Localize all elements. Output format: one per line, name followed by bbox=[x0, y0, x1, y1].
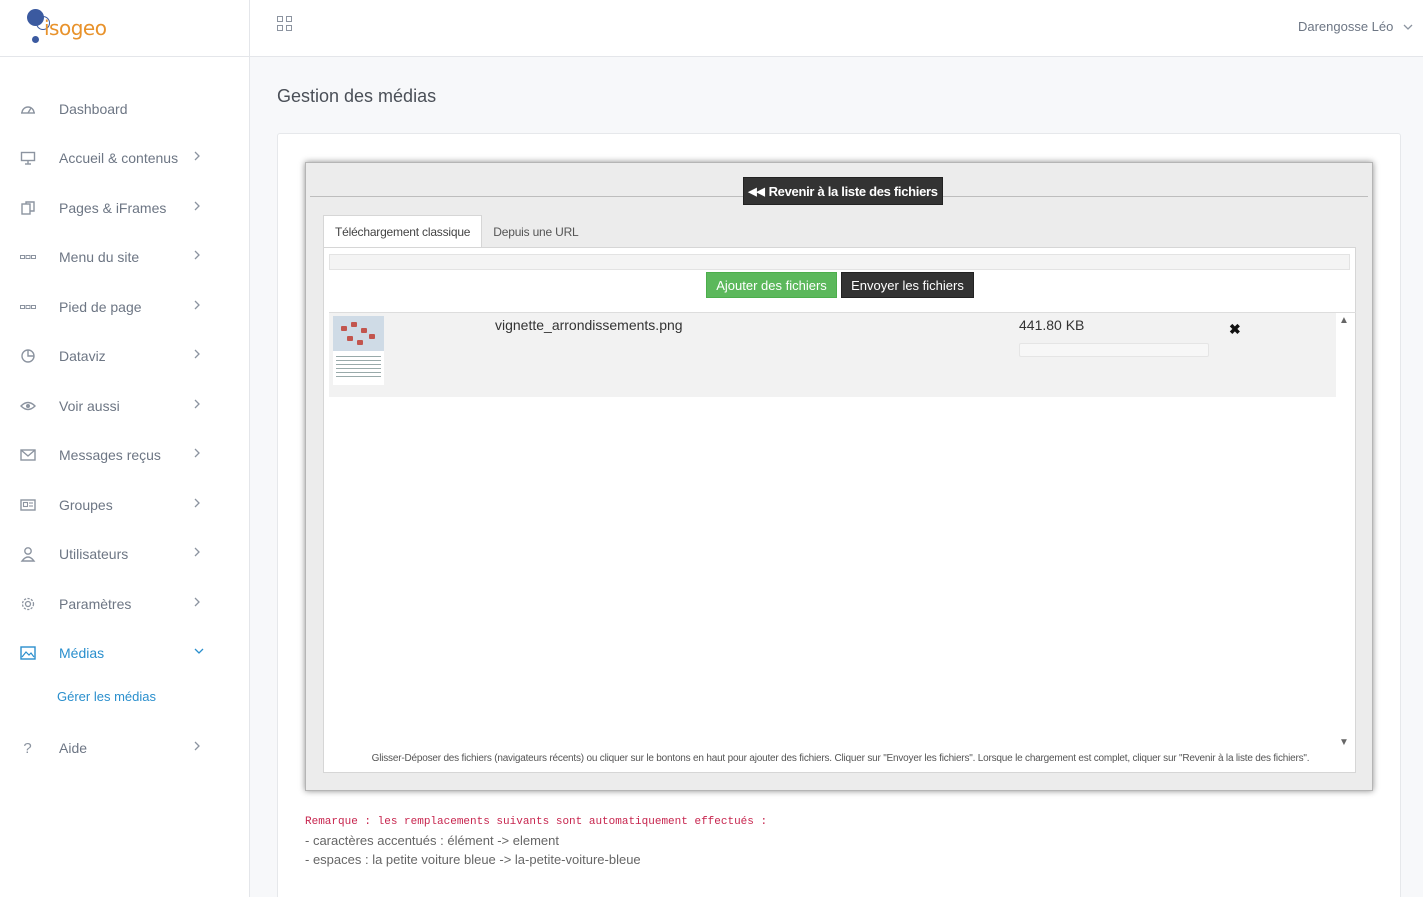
note-accents: - caractères accentués : élément -> elem… bbox=[305, 833, 559, 848]
pie-chart-icon bbox=[19, 348, 36, 364]
chevron-right-icon bbox=[193, 200, 205, 214]
sidebar-item-dataviz[interactable]: Dataviz bbox=[0, 341, 249, 371]
page-title: Gestion des médias bbox=[277, 86, 437, 106]
file-name: vignette_arrondissements.png bbox=[495, 317, 683, 333]
file-size: 441.80 KB bbox=[1019, 317, 1085, 333]
sidebar-item-medias[interactable]: Médias bbox=[0, 638, 249, 668]
chevron-down-icon bbox=[1403, 23, 1413, 34]
upload-hint: Glisser-Déposer des fichiers (navigateur… bbox=[371, 753, 1310, 764]
chevron-right-icon bbox=[193, 596, 205, 610]
chevron-right-icon bbox=[193, 398, 205, 412]
file-thumbnail bbox=[333, 316, 384, 385]
sidebar-item-label: Paramètres bbox=[59, 596, 132, 612]
sidebar-item-label: Accueil & contenus bbox=[59, 150, 179, 166]
sidebar-item-messages[interactable]: Messages reçus bbox=[0, 440, 249, 470]
upload-frame: ◀◀ Revenir à la liste des fichiers Téléc… bbox=[305, 162, 1373, 791]
user-name: Darengosse Léo bbox=[1297, 19, 1394, 34]
remark-title: Remarque : les remplacements suivants so… bbox=[305, 816, 768, 828]
add-files-button[interactable]: Ajouter des fichiers bbox=[706, 272, 837, 298]
logo-small-dot bbox=[32, 36, 39, 43]
back-to-list-button[interactable]: ◀◀ Revenir à la liste des fichiers bbox=[743, 177, 943, 205]
sidebar-item-accueil[interactable]: Accueil & contenus bbox=[0, 143, 249, 173]
sidebar-item-label: Aide bbox=[59, 740, 88, 756]
logo-dot bbox=[27, 9, 44, 26]
sidebar-item-utilisateurs[interactable]: Utilisateurs bbox=[0, 539, 249, 569]
user-icon bbox=[19, 546, 36, 562]
sidebar-item-label: Pied de page bbox=[59, 299, 142, 315]
remove-file-icon[interactable]: ✖ bbox=[1229, 321, 1241, 338]
scroll-up-arrow-icon[interactable]: ▲ bbox=[1339, 315, 1349, 326]
sidebar-item-label: Dataviz bbox=[59, 348, 106, 364]
chevron-right-icon bbox=[193, 546, 205, 560]
sidebar-item-menu[interactable]: Menu du site bbox=[0, 242, 249, 272]
question-icon: ? bbox=[23, 739, 32, 757]
scroll-down-arrow-icon[interactable]: ▼ bbox=[1339, 737, 1349, 748]
file-list[interactable]: vignette_arrondissements.png 441.80 KB ✖… bbox=[329, 312, 1356, 748]
total-progress-bar bbox=[329, 254, 1350, 270]
sidebar-subitem-gerer-medias[interactable]: Gérer les médias bbox=[57, 689, 156, 704]
sidebar-item-label: Groupes bbox=[59, 497, 113, 513]
sidebar-item-label: Utilisateurs bbox=[59, 546, 129, 562]
sidebar-item-label: Pages & iFrames bbox=[59, 200, 167, 216]
chevron-right-icon bbox=[193, 348, 205, 362]
image-icon bbox=[19, 645, 36, 661]
upload-panel: Ajouter des fichiers Envoyer les fichier… bbox=[323, 247, 1356, 773]
note-spaces: - espaces : la petite voiture bleue -> l… bbox=[305, 852, 641, 867]
sidebar-item-groupes[interactable]: Groupes bbox=[0, 490, 249, 520]
chevron-down-icon bbox=[193, 645, 205, 659]
sidebar-item-dashboard[interactable]: Dashboard bbox=[0, 94, 249, 124]
sidebar-item-footer[interactable]: Pied de page bbox=[0, 292, 249, 322]
user-menu[interactable]: Darengosse Léo bbox=[1298, 19, 1413, 34]
double-left-arrow-icon: ◀◀ bbox=[748, 185, 765, 198]
id-card-icon bbox=[19, 497, 36, 513]
chevron-right-icon bbox=[193, 447, 205, 461]
back-to-list-label: Revenir à la liste des fichiers bbox=[768, 183, 938, 199]
apps-grid-icon[interactable] bbox=[277, 16, 293, 32]
file-progress-bar bbox=[1019, 343, 1209, 357]
monitor-icon bbox=[19, 150, 36, 166]
chevron-right-icon bbox=[193, 249, 205, 263]
chevron-right-icon bbox=[193, 150, 205, 164]
pages-icon bbox=[19, 200, 36, 216]
tab-classic-upload[interactable]: Téléchargement classique bbox=[323, 215, 483, 248]
sidebar-item-voir-aussi[interactable]: Voir aussi bbox=[0, 391, 249, 421]
send-files-button[interactable]: Envoyer les fichiers bbox=[841, 272, 974, 298]
chevron-right-icon bbox=[193, 299, 205, 313]
topbar: Darengosse Léo bbox=[250, 0, 1423, 57]
sidebar-item-label: Voir aussi bbox=[59, 398, 120, 414]
chevron-right-icon bbox=[193, 740, 205, 754]
sidebar-item-label: Messages reçus bbox=[59, 447, 161, 463]
tab-url-upload[interactable]: Depuis une URL bbox=[482, 215, 589, 248]
envelope-icon bbox=[19, 447, 36, 463]
logo[interactable]: isogeo bbox=[0, 0, 249, 57]
file-row: vignette_arrondissements.png 441.80 KB ✖ bbox=[329, 313, 1336, 397]
upload-tabs: Téléchargement classique Depuis une URL bbox=[323, 215, 590, 248]
dashboard-icon bbox=[19, 101, 36, 117]
sidebar-item-pages[interactable]: Pages & iFrames bbox=[0, 193, 249, 223]
sidebar-item-parametres[interactable]: Paramètres bbox=[0, 589, 249, 619]
menu-dots-icon bbox=[19, 249, 36, 265]
gear-icon bbox=[19, 596, 36, 612]
chevron-right-icon bbox=[193, 497, 205, 511]
logo-text: isogeo bbox=[44, 16, 107, 40]
sidebar-item-label: Dashboard bbox=[59, 101, 128, 117]
sidebar-item-label: Médias bbox=[59, 645, 105, 661]
sidebar-item-label: Menu du site bbox=[59, 249, 140, 265]
sidebar: isogeo Dashboard Accueil & contenus Page… bbox=[0, 0, 250, 897]
sidebar-item-aide[interactable]: ? Aide bbox=[0, 733, 249, 763]
eye-icon bbox=[19, 398, 36, 414]
footer-dots-icon bbox=[19, 299, 36, 315]
